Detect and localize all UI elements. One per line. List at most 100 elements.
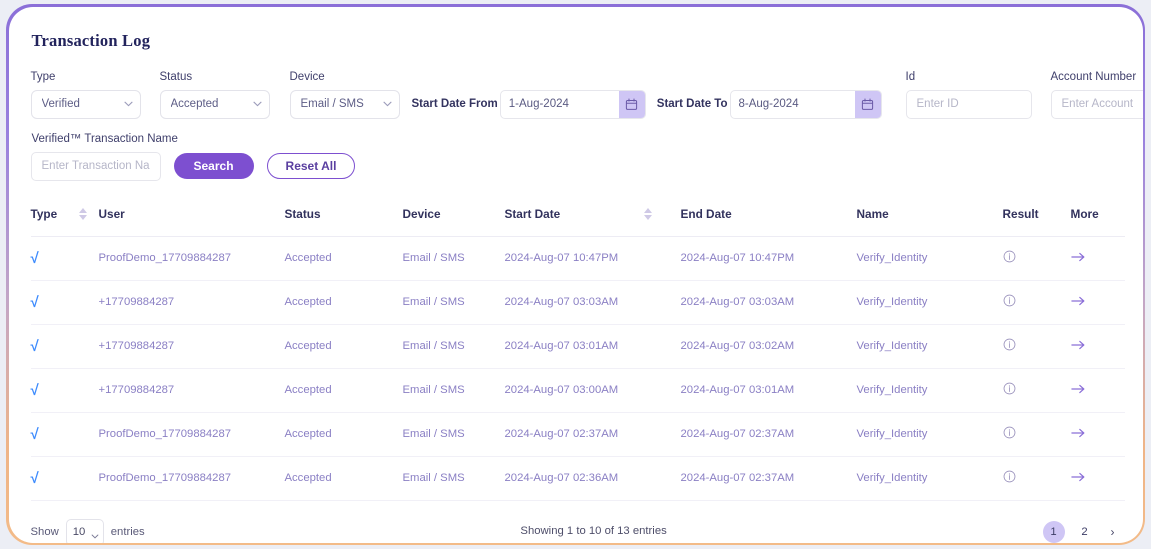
cell-start-date: 2024-Aug-07 10:47PM — [504, 236, 681, 281]
account-number-input[interactable] — [1050, 89, 1143, 119]
calendar-icon[interactable] — [618, 90, 645, 118]
column-header-more[interactable]: More — [1070, 206, 1125, 237]
next-page-button[interactable]: › — [1105, 524, 1121, 540]
cell-device: Email / SMS — [402, 236, 505, 281]
filter-type: Type Verified — [30, 70, 141, 119]
cell-name: Verify_Identity — [856, 456, 1003, 501]
page-title: Transaction Log — [31, 30, 151, 50]
cell-device: Email / SMS — [402, 456, 505, 501]
cell-device: Email / SMS — [402, 324, 505, 369]
info-icon[interactable] — [1003, 470, 1016, 486]
info-icon[interactable] — [1003, 338, 1016, 354]
cell-status: Accepted — [284, 280, 403, 325]
arrow-right-icon[interactable] — [1070, 471, 1086, 486]
cell-result — [1002, 324, 1071, 369]
column-header-name[interactable]: Name — [856, 206, 1003, 237]
filter-account-number-label: Account Number — [1050, 70, 1137, 83]
cell-status: Accepted — [284, 412, 403, 457]
page-button-1[interactable]: 1 — [1042, 521, 1065, 543]
cell-result — [1002, 456, 1071, 501]
cell-start-date: 2024-Aug-07 02:36AM — [504, 456, 681, 501]
cell-user: +17709884287 — [98, 324, 285, 369]
cell-name: Verify_Identity — [856, 324, 1003, 369]
cell-type: √ — [30, 236, 99, 281]
cell-type: √ — [30, 368, 99, 413]
cell-result — [1002, 412, 1071, 457]
filter-start-date-from: Start Date From — [412, 89, 646, 119]
transaction-name-input[interactable] — [30, 151, 161, 181]
arrow-right-icon[interactable] — [1070, 251, 1086, 266]
column-header-start-date[interactable]: Start Date — [504, 206, 681, 237]
cell-more — [1070, 280, 1125, 325]
cell-name: Verify_Identity — [856, 412, 1003, 457]
cell-user: ProofDemo_17709884287 — [98, 412, 285, 457]
column-header-device[interactable]: Device — [402, 206, 505, 237]
transaction-log-card-border: Transaction Log Type Verified Status Acc… — [6, 4, 1145, 545]
filter-start-date-to: Start Date To — [656, 89, 882, 119]
sort-icon[interactable] — [644, 207, 653, 220]
column-label: Start Date — [504, 206, 561, 221]
cell-start-date: 2024-Aug-07 02:37AM — [504, 412, 681, 457]
cell-type: √ — [30, 456, 99, 501]
sort-icon[interactable] — [79, 207, 88, 220]
show-label: Show — [30, 526, 59, 538]
start-date-to-input[interactable] — [730, 90, 855, 118]
table-row[interactable]: √ ProofDemo_17709884287 Accepted Email / SM… — [30, 456, 1125, 501]
filter-start-date-to-label: Start Date To — [656, 98, 728, 110]
table-row[interactable]: √ +17709884287 Accepted Email / SMS 2024-Aug… — [30, 324, 1125, 369]
page-button-2[interactable]: 2 — [1074, 521, 1096, 543]
table-row[interactable]: √ ProofDemo_17709884287 Accepted Email / SM… — [30, 236, 1125, 281]
column-header-type[interactable]: Type — [30, 206, 99, 237]
verified-check-icon: √ — [30, 293, 39, 311]
arrow-right-icon[interactable] — [1070, 427, 1086, 442]
cell-more — [1070, 324, 1125, 369]
cell-end-date: 2024-Aug-07 03:02AM — [680, 324, 857, 369]
table-body: √ ProofDemo_17709884287 Accepted Email / SM… — [30, 236, 1125, 501]
table-row[interactable]: √ +17709884287 Accepted Email / SMS 2024-Aug… — [30, 280, 1125, 325]
filter-device-select[interactable]: Email / SMS — [289, 89, 400, 119]
info-icon[interactable] — [1003, 294, 1016, 310]
cell-more — [1070, 456, 1125, 501]
cell-start-date: 2024-Aug-07 03:03AM — [504, 280, 681, 325]
filter-type-select[interactable]: Verified — [30, 89, 141, 119]
showing-entries-text: Showing 1 to 10 of 13 entries — [520, 525, 667, 537]
start-date-from-input[interactable] — [500, 90, 619, 118]
filter-device-label: Device — [289, 70, 325, 83]
cell-end-date: 2024-Aug-07 02:37AM — [680, 412, 857, 457]
column-label: Type — [30, 206, 58, 221]
table-row[interactable]: √ ProofDemo_17709884287 Accepted Email / SM… — [30, 412, 1125, 457]
table-footer: Show 10 entries Showing 1 to 10 of 13 en… — [30, 518, 1121, 543]
filter-account-number: Account Number — [1050, 70, 1143, 119]
filter-status-select[interactable]: Accepted — [159, 89, 270, 119]
verified-check-icon: √ — [30, 381, 39, 399]
column-header-result[interactable]: Result — [1002, 206, 1071, 237]
reset-all-button[interactable]: Reset All — [266, 153, 356, 179]
cell-type: √ — [30, 280, 99, 325]
filter-device: Device Email / SMS — [289, 70, 400, 119]
arrow-right-icon[interactable] — [1070, 339, 1086, 354]
arrow-right-icon[interactable] — [1070, 295, 1086, 310]
info-icon[interactable] — [1003, 250, 1016, 266]
cell-device: Email / SMS — [402, 368, 505, 413]
column-header-status[interactable]: Status — [284, 206, 403, 237]
page-size-group: Show 10 entries — [30, 518, 145, 543]
filter-type-label: Type — [30, 70, 56, 83]
table-row[interactable]: √ +17709884287 Accepted Email / SMS 2024-Aug… — [30, 368, 1125, 413]
column-header-end-date[interactable]: End Date — [680, 206, 857, 237]
column-header-user[interactable]: User — [98, 206, 285, 237]
verified-check-icon: √ — [30, 469, 39, 487]
id-input[interactable] — [905, 89, 1032, 119]
cell-start-date: 2024-Aug-07 03:01AM — [504, 324, 681, 369]
calendar-icon[interactable] — [854, 90, 881, 118]
cell-name: Verify_Identity — [856, 236, 1003, 281]
search-button[interactable]: Search — [173, 153, 254, 179]
page-size-select[interactable]: 10 — [65, 518, 104, 543]
arrow-right-icon[interactable] — [1070, 383, 1086, 398]
cell-result — [1002, 236, 1071, 281]
cell-user: ProofDemo_17709884287 — [98, 456, 285, 501]
cell-start-date: 2024-Aug-07 03:00AM — [504, 368, 681, 413]
cell-result — [1002, 280, 1071, 325]
info-icon[interactable] — [1003, 426, 1016, 442]
cell-device: Email / SMS — [402, 280, 505, 325]
info-icon[interactable] — [1003, 382, 1016, 398]
